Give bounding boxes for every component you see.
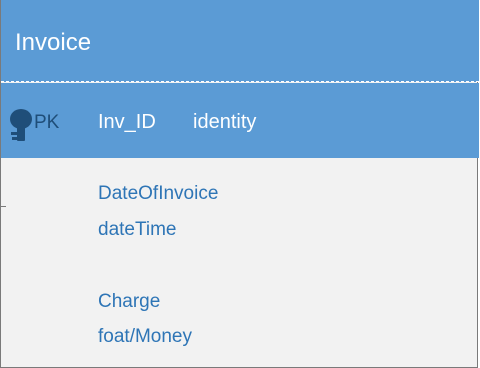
key-icon [10,109,32,141]
entity-invoice[interactable]: Invoice PK Inv_ID identity DateOfInvoice… [0,0,479,368]
connector-stub [0,206,6,207]
attribute-name: Charge [98,291,161,312]
pk-column-name: Inv_ID [98,111,156,133]
pk-column-type: identity [193,111,257,133]
pk-label: PK [34,112,60,133]
entity-title: Invoice [15,29,92,56]
attribute-name: DateOfInvoice [98,183,219,204]
attribute-type: foat/Money [98,326,192,347]
entity-header: Invoice [1,0,479,82]
attribute-type: dateTime [98,219,177,240]
primary-key-row[interactable]: PK Inv_ID identity [1,83,479,158]
